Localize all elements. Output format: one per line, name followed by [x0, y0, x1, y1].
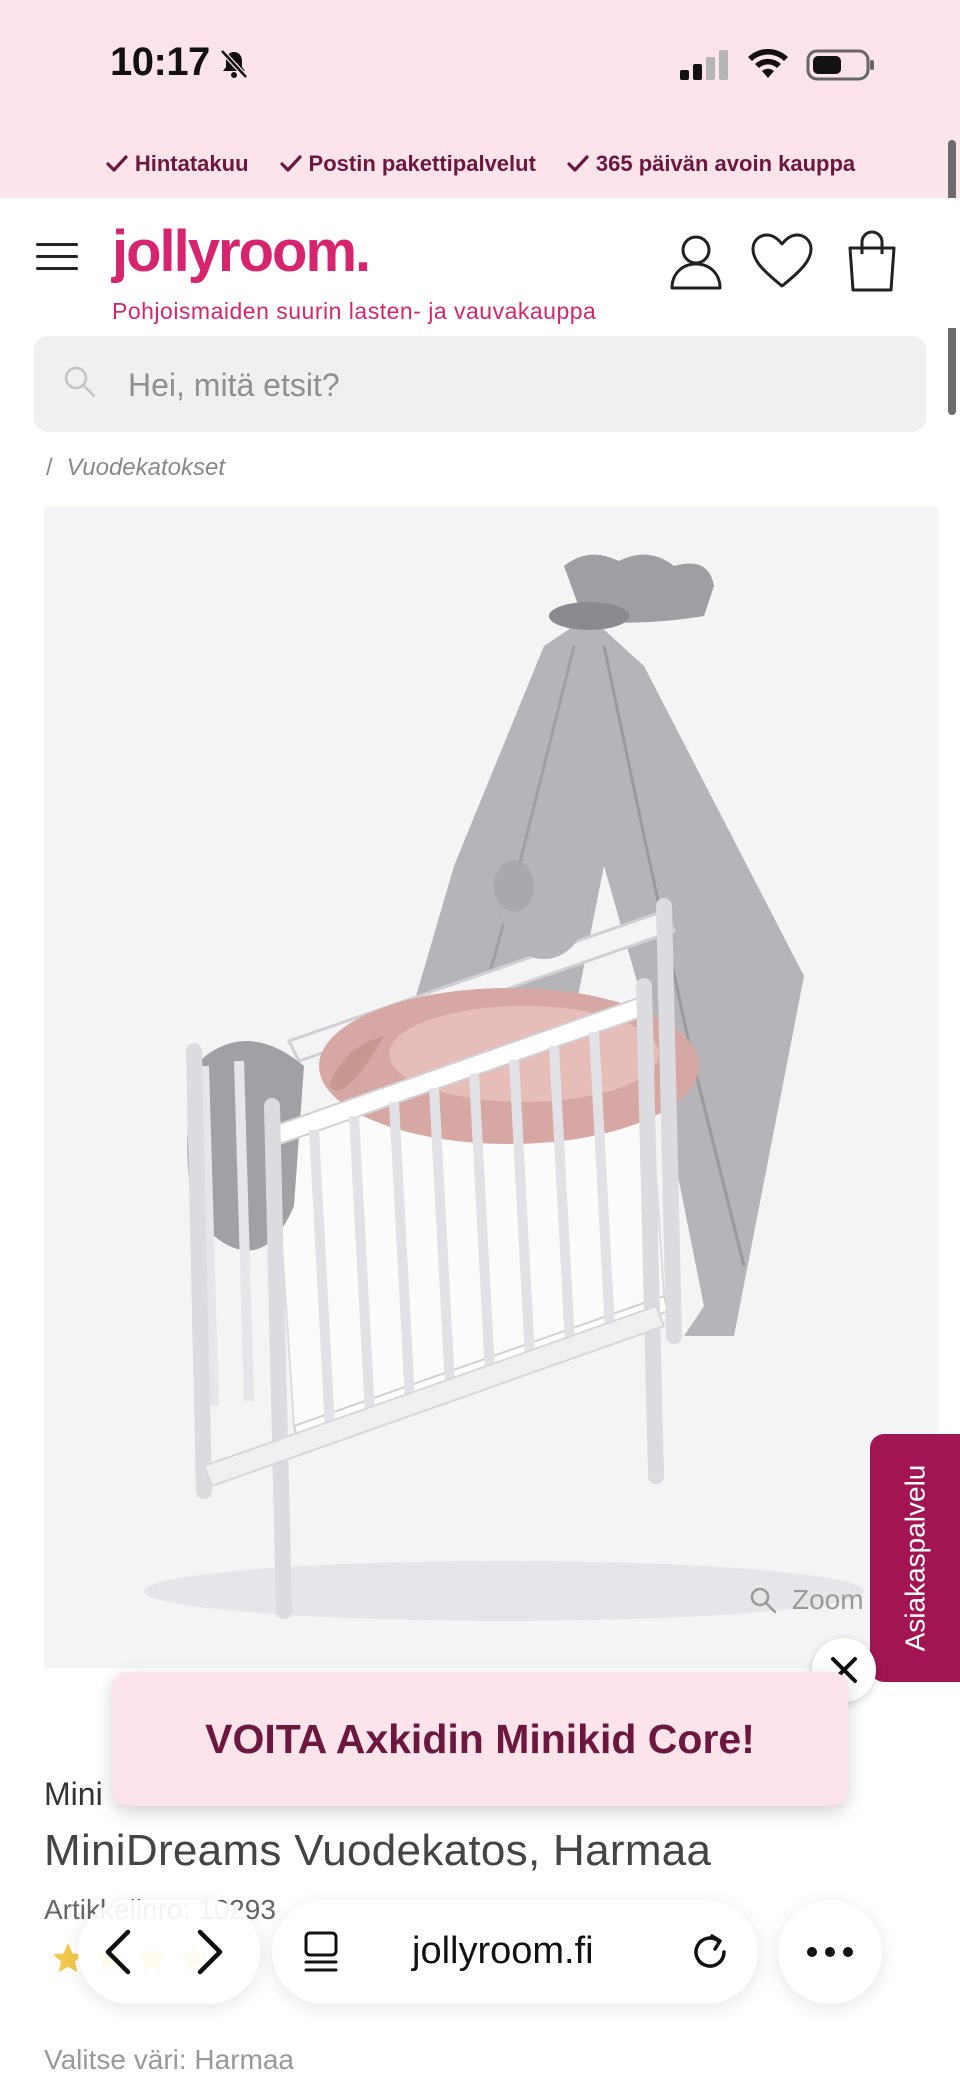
signal-icon	[680, 50, 728, 80]
breadcrumb-current[interactable]: Vuodekatokset	[67, 454, 225, 481]
check-icon	[567, 155, 589, 172]
shopping-bag-icon[interactable]	[846, 230, 898, 292]
promo-text: VOITA Axkidin Minikid Core!	[205, 1715, 755, 1762]
more-icon[interactable]	[806, 1944, 854, 1960]
usp-label: 365 päivän avoin kauppa	[595, 151, 856, 176]
product-title: MiniDreams Vuodekatos, Harmaa	[44, 1826, 712, 1875]
zoom-button[interactable]: Zoom	[748, 1584, 864, 1616]
battery-icon	[806, 49, 874, 81]
wifi-icon	[748, 49, 788, 78]
crib-canopy-illustration	[144, 554, 864, 1621]
usp-item: Hintatakuu	[105, 151, 249, 177]
usp-item: Postin pakettipalvelut	[279, 151, 536, 177]
tabs-icon[interactable]	[302, 1930, 342, 1974]
bell-muted-icon	[220, 49, 248, 79]
check-icon	[106, 155, 128, 172]
usp-label: Postin pakettipalvelut	[308, 151, 536, 176]
site-logo[interactable]: jollyroom.	[112, 218, 371, 285]
forward-icon[interactable]	[192, 1928, 228, 1976]
customer-service-label: Asiakaspalvelu	[899, 1464, 930, 1652]
product-image[interactable]	[44, 506, 938, 1668]
search-icon	[64, 366, 96, 398]
heart-icon[interactable]	[750, 232, 814, 290]
zoom-icon	[750, 1587, 777, 1614]
user-icon[interactable]	[668, 232, 724, 290]
product-brand[interactable]: Mini	[44, 1776, 103, 1813]
usp-label: Hintatakuu	[134, 151, 249, 176]
breadcrumb: / Vuodekatokset	[46, 454, 225, 482]
usp-item: 365 päivän avoin kauppa	[566, 151, 855, 177]
usp-bar: Hintatakuu Postin pakettipalvelut 365 pä…	[0, 130, 960, 198]
url-text[interactable]: jollyroom.fi	[412, 1930, 594, 1973]
check-icon	[279, 155, 302, 172]
customer-service-tab-label-wrap[interactable]: Asiakaspalvelu	[870, 1434, 960, 1682]
color-variant-label: Valitse väri: Harmaa	[44, 2044, 295, 2075]
search-input[interactable]	[128, 360, 888, 410]
zoom-label: Zoom	[792, 1584, 864, 1615]
status-time: 10:17	[110, 40, 210, 84]
promo-banner[interactable]: VOITA Axkidin Minikid Core!	[112, 1672, 848, 1806]
site-tagline: Pohjoismaiden suurin lasten- ja vauvakau…	[112, 298, 597, 324]
back-icon[interactable]	[100, 1928, 136, 1976]
menu-icon[interactable]	[34, 240, 80, 274]
reload-icon[interactable]	[688, 1930, 732, 1974]
breadcrumb-separator: /	[46, 454, 53, 481]
